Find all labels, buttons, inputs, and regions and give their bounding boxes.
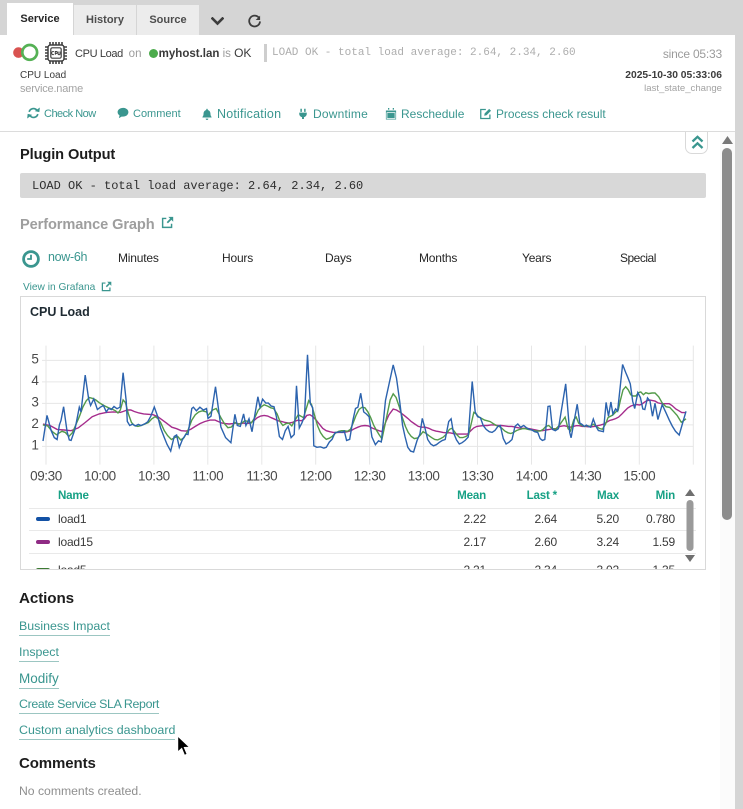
svg-text:11:30: 11:30	[246, 469, 277, 484]
svg-text:13:00: 13:00	[408, 469, 440, 484]
svg-text:12:00: 12:00	[300, 469, 332, 484]
svg-text:09:30: 09:30	[30, 469, 62, 484]
svg-text:3: 3	[31, 394, 38, 409]
svg-text:10:00: 10:00	[84, 469, 116, 484]
svg-text:11:00: 11:00	[192, 469, 223, 484]
svg-text:1: 1	[31, 437, 38, 452]
svg-text:15:00: 15:00	[623, 469, 655, 484]
svg-text:14:30: 14:30	[570, 469, 602, 484]
svg-text:2: 2	[31, 416, 38, 431]
svg-text:13:30: 13:30	[462, 469, 494, 484]
svg-text:14:00: 14:00	[516, 469, 548, 484]
svg-text:12:30: 12:30	[354, 469, 386, 484]
svg-text:4: 4	[31, 373, 39, 388]
svg-text:10:30: 10:30	[138, 469, 170, 484]
svg-text:5: 5	[31, 351, 38, 366]
